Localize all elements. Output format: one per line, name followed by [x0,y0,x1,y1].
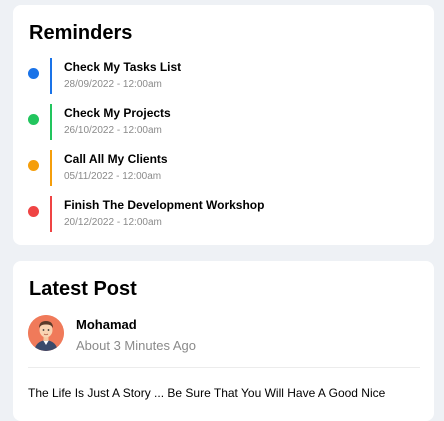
reminder-item[interactable]: Finish The Development Workshop 20/12/20… [28,196,408,232]
reminder-bar [50,196,52,232]
divider [28,367,420,368]
reminder-item[interactable]: Check My Tasks List 28/09/2022 - 12:00am [28,58,408,94]
post-time: About 3 Minutes Ago [76,338,196,353]
user-avatar-icon[interactable] [28,315,64,351]
reminder-bar [50,104,52,140]
reminder-bar [50,58,52,94]
reminder-date: 28/09/2022 - 12:00am [64,79,162,90]
reminder-item[interactable]: Check My Projects 26/10/2022 - 12:00am [28,104,408,140]
reminder-dot-icon [28,68,39,79]
reminder-title: Check My Tasks List [64,60,182,74]
reminders-card: Reminders Check My Tasks List 28/09/2022… [13,5,434,245]
reminder-dot-icon [28,160,39,171]
latest-post-card: Latest Post Mohamad About 3 Minutes Ago … [13,261,434,421]
author-name[interactable]: Mohamad [76,317,137,332]
latest-post-title: Latest Post [29,278,137,300]
reminders-title: Reminders [29,22,133,44]
reminder-date: 05/11/2022 - 12:00am [64,171,162,182]
reminder-title: Finish The Development Workshop [64,198,265,212]
reminder-bar [50,150,52,186]
reminder-dot-icon [28,206,39,217]
reminder-title: Check My Projects [64,106,171,120]
reminder-date: 26/10/2022 - 12:00am [64,125,162,136]
reminder-date: 20/12/2022 - 12:00am [64,217,162,228]
reminder-dot-icon [28,114,39,125]
reminder-item[interactable]: Call All My Clients 05/11/2022 - 12:00am [28,150,408,186]
post-text: The Life Is Just A Story ... Be Sure Tha… [28,386,386,400]
reminder-title: Call All My Clients [64,152,168,166]
